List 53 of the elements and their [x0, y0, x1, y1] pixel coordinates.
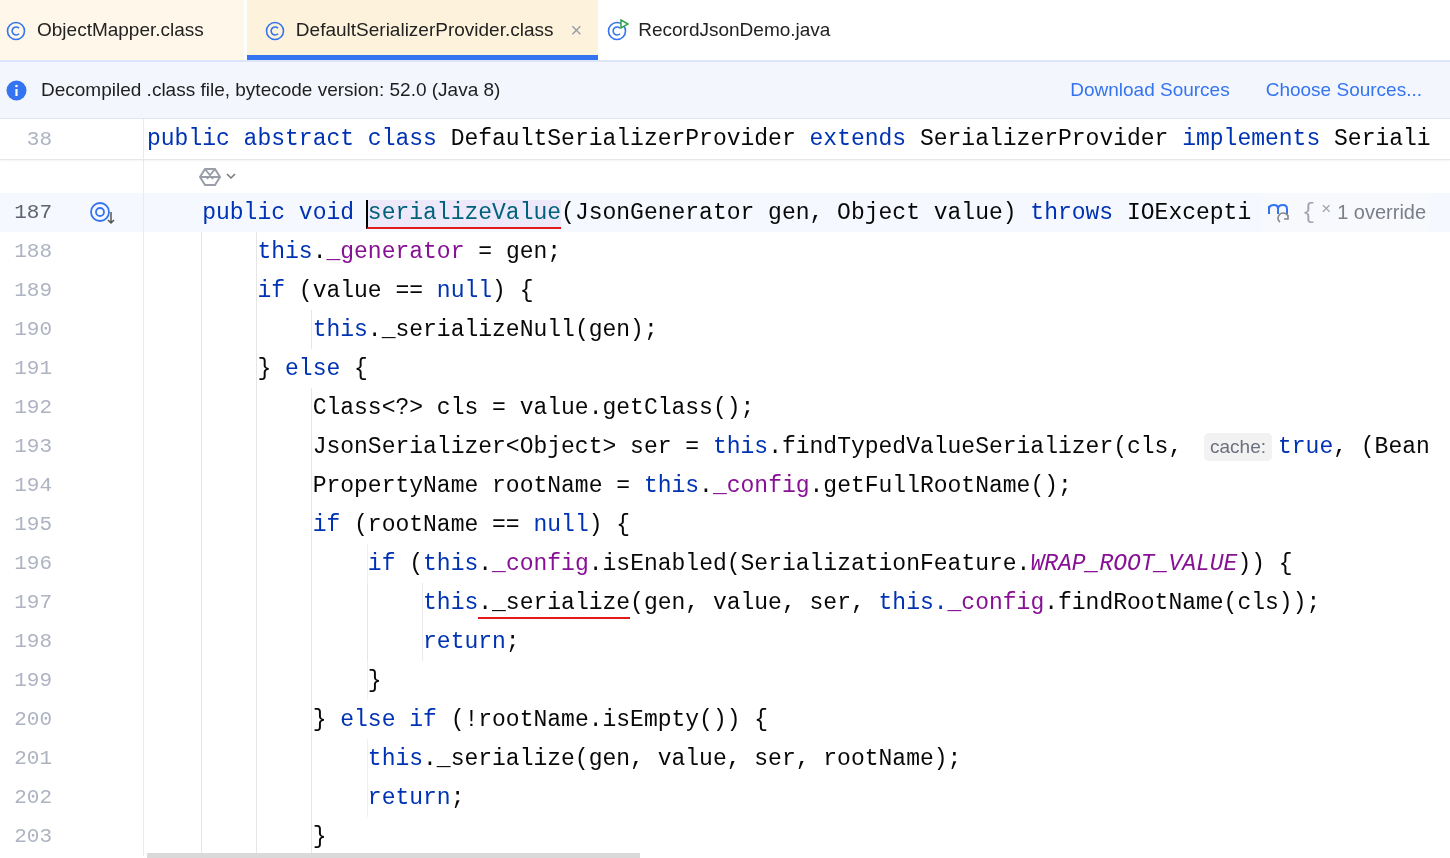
line-number: 202 [13, 786, 52, 809]
code-text: public abstract class DefaultSerializerProvider extends SerializerProvider implements Seriali [147, 126, 1431, 152]
brace-text: { [1302, 200, 1316, 225]
code-text: if (value == null) { [256, 277, 534, 304]
code-text: if (rootName == null) { [311, 511, 631, 538]
close-icon[interactable]: × [570, 18, 583, 42]
code-text: return; [422, 628, 520, 655]
code-text: PropertyName rootName = this._config.getFullRootName(); [311, 472, 1072, 499]
code-text: } else { [256, 355, 368, 382]
banner-message: Decompiled .class file, bytecode version: 52.0 (Java 8) [41, 79, 502, 101]
source-link[interactable]: Choose Sources... [1265, 79, 1422, 101]
code-text: if (this._config.isEnabled(SerializationFeature.WRAP_ROOT_VALUE)) { [366, 550, 1293, 577]
info-icon [6, 79, 27, 101]
code-text: return; [366, 784, 465, 811]
line-number: 187 [13, 201, 52, 224]
line-number: 190 [13, 318, 52, 341]
line-number: 189 [13, 279, 52, 302]
code-text: } else if (!rootName.isEmpty()) { [311, 706, 769, 733]
line-number: 191 [13, 357, 52, 380]
line-number: 188 [13, 240, 52, 263]
code-text: Class<?> cls = value.getClass(); [311, 394, 755, 421]
line-number: 195 [13, 513, 52, 536]
line-number: 192 [13, 396, 52, 419]
java-class-icon [607, 19, 630, 41]
editor-tab[interactable]: ObjectMapper.class [0, 0, 244, 60]
code-text: this._serialize(gen, value, ser, this._config.findRootName(cls)); [147, 589, 1321, 616]
line-number: 199 [13, 669, 52, 692]
line-number: 203 [13, 825, 52, 848]
line-number: 197 [13, 591, 52, 614]
code-text: JsonSerializer<Object> ser = this.findTypedValueSerializer(cls, [311, 433, 1184, 460]
line-number: 38 [25, 127, 52, 151]
override-count: 1 override [1337, 201, 1427, 224]
close-button[interactable]: × [1321, 199, 1332, 219]
line-number: 200 [13, 708, 52, 731]
code-text: } [366, 667, 382, 694]
line-number: 193 [13, 435, 52, 458]
code-text: } [311, 823, 327, 850]
class-icon [264, 19, 287, 41]
line-number: 194 [13, 474, 52, 497]
line-number: 196 [13, 552, 52, 575]
inlay-hint: cache: [1204, 432, 1272, 461]
editor-tab[interactable]: DefaultSerializerProvider.class × [246, 0, 599, 60]
horizontal-scrollbar[interactable] [147, 853, 640, 858]
code-text: this._serializeNull(gen); [311, 316, 658, 343]
code-text: public void serializeValue(JsonGenerator gen, Object value) throws IOExcepti [147, 199, 1252, 226]
line-number: 198 [13, 630, 52, 653]
override-gutter-icon[interactable] [89, 199, 117, 226]
code-text: this._generator = gen; [256, 238, 562, 265]
code-text: this._serialize(gen, value, ser, rootName); [366, 745, 962, 772]
class-icon [6, 19, 28, 41]
source-link[interactable]: Download Sources [1070, 79, 1230, 101]
line-number: 201 [13, 747, 52, 770]
code-text: true, (Bean [1278, 433, 1430, 460]
